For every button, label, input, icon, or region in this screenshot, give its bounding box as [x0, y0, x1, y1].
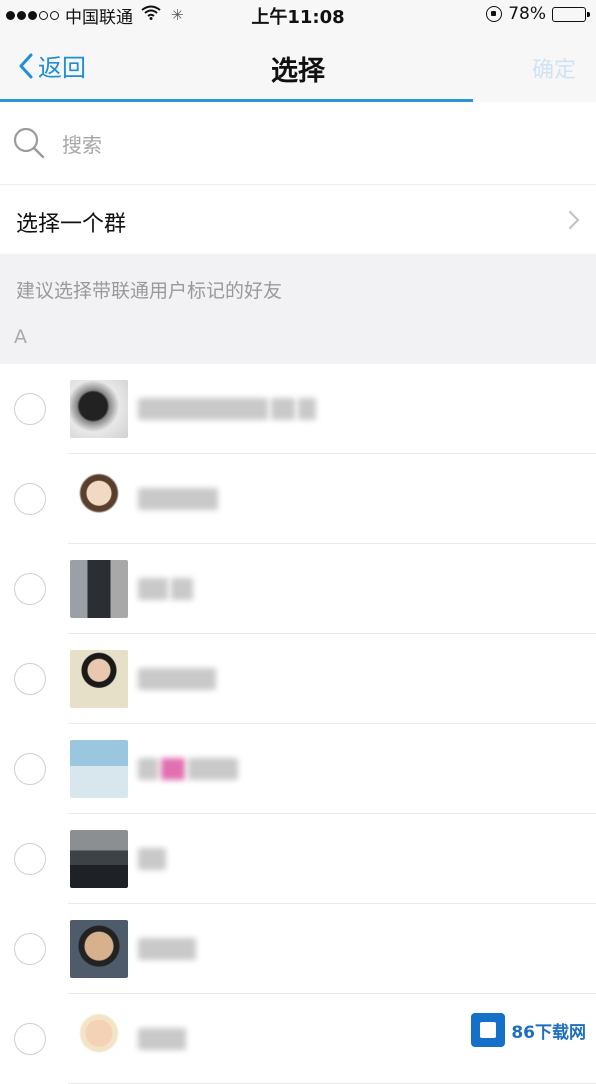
select-radio[interactable]: [14, 1023, 46, 1055]
suggestion-section: 建议选择带联通用户标记的好友 A: [0, 254, 596, 364]
contact-name-blurred: [138, 754, 238, 784]
section-index-letter: A: [14, 326, 27, 348]
contact-row[interactable]: [0, 814, 596, 904]
suggestion-hint: 建议选择带联通用户标记的好友: [16, 280, 283, 302]
chevron-right-icon: [568, 210, 580, 234]
avatar: [70, 650, 128, 708]
select-radio[interactable]: [14, 843, 46, 875]
search-bar: [0, 102, 596, 185]
avatar: [70, 470, 128, 528]
status-right: 78%: [486, 4, 590, 24]
contact-row[interactable]: [0, 904, 596, 994]
select-group-row[interactable]: 选择一个群: [0, 186, 596, 254]
select-radio[interactable]: [14, 753, 46, 785]
avatar: [70, 920, 128, 978]
page-title: 选择: [271, 56, 325, 87]
rotation-lock-icon: [486, 6, 503, 22]
navigation-bar: 返回 选择 确定: [0, 30, 596, 102]
contact-row[interactable]: [0, 454, 596, 544]
select-group-label: 选择一个群: [16, 212, 127, 237]
select-radio[interactable]: [14, 573, 46, 605]
select-radio[interactable]: [14, 483, 46, 515]
watermark-box-icon: [471, 1013, 506, 1047]
contact-name-blurred: [138, 394, 316, 424]
contact-name-blurred: [138, 934, 196, 964]
avatar: [70, 740, 128, 798]
watermark-logo: 86下载网: [471, 1013, 586, 1047]
contact-name-blurred: [138, 664, 216, 694]
battery-icon: [552, 6, 590, 22]
contact-list: [0, 364, 596, 1084]
battery-percent: 78%: [508, 4, 546, 24]
avatar: [70, 1010, 128, 1068]
search-icon: [12, 126, 46, 164]
status-bar: 中国联通 ✳ 上午11:08 78%: [0, 0, 596, 30]
select-radio[interactable]: [14, 933, 46, 965]
select-radio[interactable]: [14, 393, 46, 425]
select-radio[interactable]: [14, 663, 46, 695]
contact-row[interactable]: [0, 364, 596, 454]
contact-name-blurred: [138, 844, 166, 874]
avatar: [70, 560, 128, 618]
contact-name-blurred: [138, 484, 218, 514]
contact-row[interactable]: [0, 634, 596, 724]
contact-name-blurred: [138, 1024, 186, 1054]
avatar: [70, 830, 128, 888]
search-input[interactable]: [60, 126, 544, 164]
avatar: [70, 380, 128, 438]
contact-row[interactable]: [0, 724, 596, 814]
contact-name-blurred: [138, 574, 193, 604]
contact-row[interactable]: [0, 544, 596, 634]
done-button[interactable]: 确定: [532, 52, 576, 84]
watermark-text: 86下载网: [511, 1022, 586, 1043]
